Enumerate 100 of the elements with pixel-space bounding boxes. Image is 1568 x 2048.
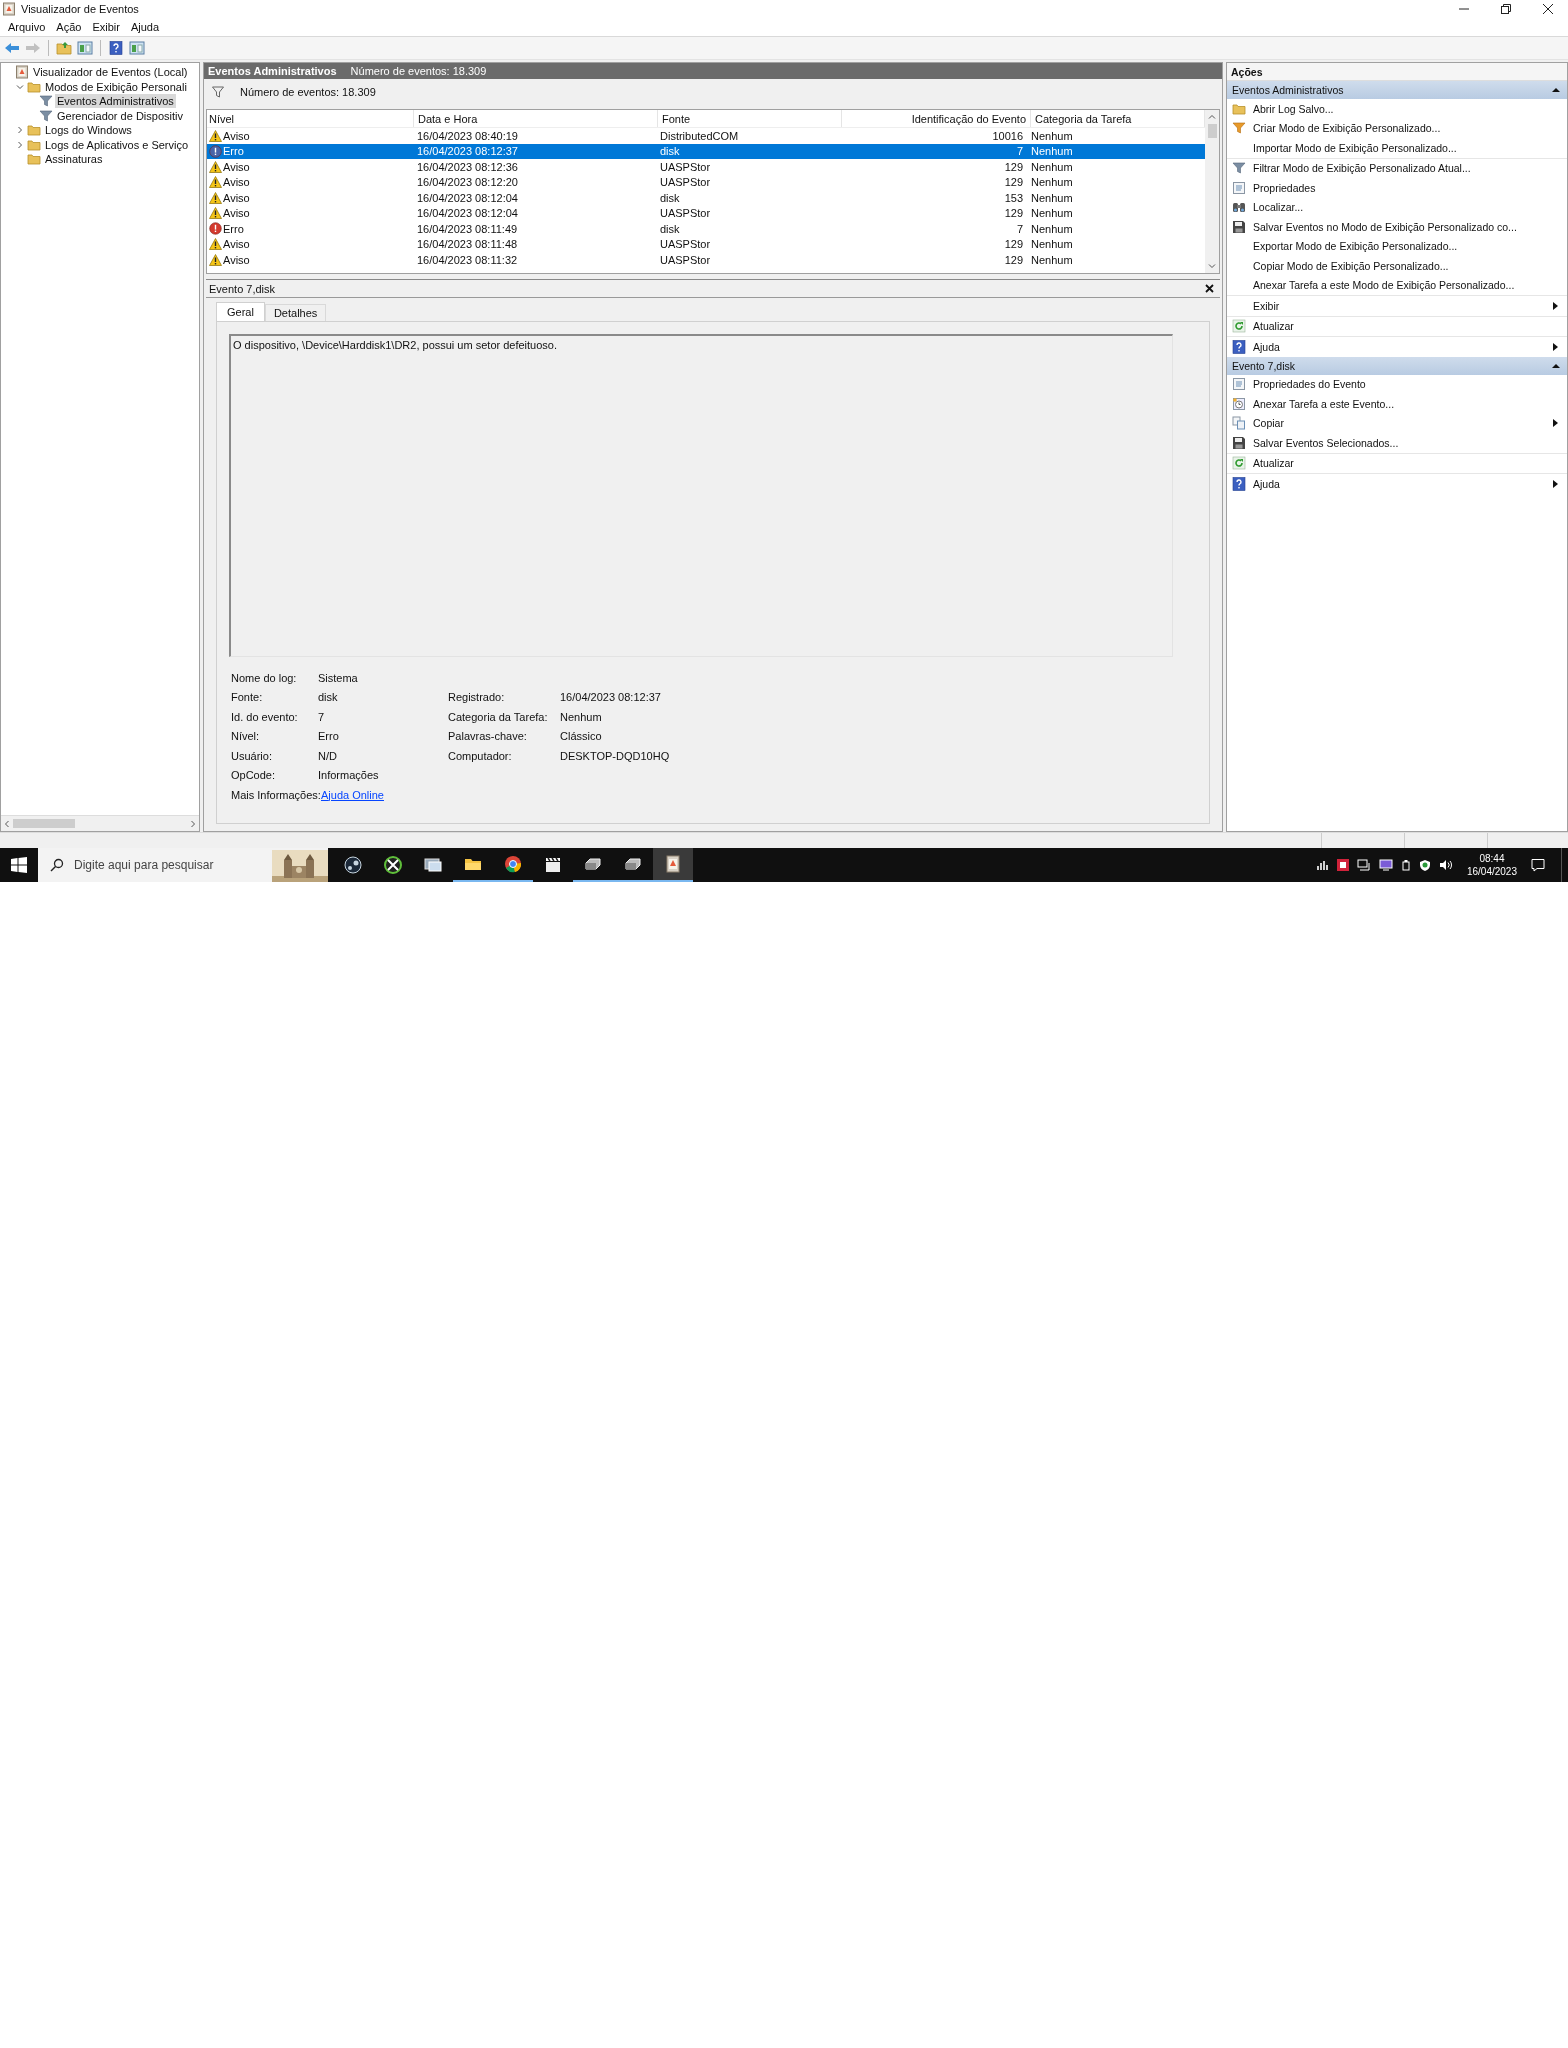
field-value: Erro (318, 730, 339, 743)
warning-icon (209, 191, 222, 204)
help-link[interactable]: Ajuda Online (321, 788, 384, 801)
shield-icon[interactable] (1418, 859, 1431, 871)
event-row[interactable]: Aviso 16/04/2023 08:12:36 UASPStor 129 Nenhum (207, 159, 1205, 175)
event-row[interactable]: Aviso 16/04/2023 08:11:48 UASPStor 129 Nenhum (207, 236, 1205, 252)
field-label: Categoria da Tarefa: (448, 710, 548, 723)
field-label: Palavras-chave: (448, 730, 527, 743)
display-icon[interactable] (1378, 859, 1393, 871)
action-item[interactable]: Anexar Tarefa a este Modo de Exibição Personalizado... (1253, 279, 1558, 292)
action-item[interactable]: Atualizar (1253, 320, 1558, 333)
source-cell-text: disk (659, 222, 681, 235)
action-item[interactable]: Abrir Log Salvo... (1253, 102, 1558, 115)
usb-drive-icon[interactable] (1400, 859, 1411, 871)
tree-item[interactable]: Logs do Windows (43, 123, 134, 138)
action-item[interactable]: Criar Modo de Exibição Personalizado... (1253, 122, 1558, 135)
refresh-icon (1232, 319, 1246, 334)
field-label: Registrado: (448, 691, 505, 704)
action-item[interactable]: Ajuda (1253, 340, 1546, 353)
category-cell-text: Nenhum (1030, 160, 1074, 173)
action-item[interactable]: Filtrar Modo de Exibição Personalizado Atual... (1253, 162, 1558, 175)
action-item[interactable]: Salvar Eventos no Modo de Exibição Personalizado co... (1253, 220, 1558, 233)
menu-item[interactable]: Ação (51, 20, 87, 34)
tab[interactable]: Geral (216, 302, 265, 321)
event-row[interactable]: Aviso 16/04/2023 08:12:04 disk 153 Nenhum (207, 190, 1205, 206)
tree-item[interactable]: Modos de Exibição Personali (43, 79, 189, 94)
error-icon (209, 144, 222, 158)
action-item[interactable]: Importar Modo de Exibição Personalizado... (1253, 141, 1558, 154)
event-row[interactable]: Erro 16/04/2023 08:12:37 disk 7 Nenhum (207, 143, 1205, 159)
menu-item[interactable]: Ajuda (125, 20, 165, 34)
action-item[interactable]: Localizar... (1253, 201, 1558, 214)
action-item[interactable]: Salvar Eventos Selecionados... (1253, 436, 1558, 449)
network-icon[interactable] (1356, 859, 1371, 871)
action-item[interactable]: Exibir (1253, 299, 1546, 312)
category-cell-text: Nenhum (1030, 145, 1074, 158)
menu-item[interactable]: Exibir (87, 20, 125, 34)
action-item[interactable]: Anexar Tarefa a este Evento... (1253, 397, 1558, 410)
source-cell-text: UASPStor (659, 253, 712, 266)
folder-icon (27, 123, 41, 138)
warning-icon (209, 253, 222, 266)
tab[interactable]: Detalhes (264, 304, 327, 321)
level-text: Aviso (223, 160, 250, 173)
tree-item[interactable]: Logs de Aplicativos e Serviço (43, 137, 191, 152)
collapse-arrow-icon[interactable] (1552, 362, 1560, 369)
action-item[interactable]: Propriedades do Evento (1253, 378, 1558, 391)
action-item[interactable]: Exportar Modo de Exibição Personalizado... (1253, 240, 1558, 253)
pane-icon[interactable] (128, 39, 146, 57)
section-header[interactable]: Evento 7,disk (1227, 356, 1567, 375)
bars-icon[interactable] (1316, 859, 1329, 871)
date-cell-text: 16/04/2023 08:11:48 (416, 238, 519, 251)
search-input[interactable]: Digite aqui para pesquisar (72, 857, 264, 873)
pane-icon[interactable] (76, 39, 94, 57)
horizontal-scrollbar[interactable] (1, 815, 199, 831)
tree-item[interactable]: Gerenciador de Dispositiv (55, 108, 185, 123)
volume-icon[interactable] (1438, 859, 1453, 871)
level-text: Aviso (223, 176, 250, 189)
event-row[interactable]: Aviso 16/04/2023 08:11:32 UASPStor 129 Nenhum (207, 252, 1205, 268)
event-row[interactable]: Aviso 16/04/2023 08:40:19 DistributedCOM 10016 Nenhum (207, 128, 1205, 144)
detail-title: Evento 7,disk (209, 282, 276, 295)
event-row[interactable]: Erro 16/04/2023 08:11:49 disk 7 Nenhum (207, 221, 1205, 237)
help-icon[interactable] (107, 39, 125, 57)
folder-icon (27, 152, 41, 167)
event-row[interactable]: Aviso 16/04/2023 08:12:04 UASPStor 129 Nenhum (207, 205, 1205, 221)
column-header[interactable]: Nível (207, 110, 414, 127)
action-item[interactable]: Atualizar (1253, 457, 1558, 470)
error-icon (209, 222, 222, 236)
tree-item[interactable]: Visualizador de Eventos (Local) (31, 65, 190, 80)
event-id-cell-text: 7 (1015, 222, 1024, 235)
search-field[interactable]: Digite aqui para pesquisar (38, 848, 328, 882)
event-id-cell-text: 129 (1003, 160, 1024, 173)
section-header[interactable]: Eventos Administrativos (1227, 81, 1567, 99)
clock-date[interactable]: 16/04/2023 (1466, 865, 1517, 878)
column-header[interactable]: Fonte (658, 110, 842, 127)
notification-icon[interactable] (1531, 858, 1545, 872)
action-item[interactable]: Ajuda (1253, 477, 1546, 490)
scroll-thumb[interactable] (13, 819, 75, 828)
refresh-icon (1232, 456, 1246, 471)
tree-item[interactable]: Assinaturas (43, 152, 105, 167)
vertical-scrollbar[interactable] (1205, 110, 1219, 273)
log-icon[interactable] (653, 848, 693, 882)
source-cell-text: disk (659, 145, 681, 158)
collapse-arrow-icon[interactable] (1552, 87, 1560, 93)
app-icon[interactable] (1336, 859, 1349, 871)
clock-time[interactable]: 08:44 (1479, 852, 1505, 865)
restore-button[interactable] (1500, 3, 1512, 15)
column-header[interactable]: Data e Hora (414, 110, 658, 127)
menu-item[interactable]: Arquivo (3, 20, 51, 34)
action-item[interactable]: Copiar (1253, 417, 1546, 430)
scroll-thumb[interactable] (1207, 124, 1217, 138)
close-icon[interactable] (1205, 284, 1214, 293)
action-item[interactable]: Copiar Modo de Exibição Personalizado... (1253, 259, 1558, 272)
tree-item[interactable]: Eventos Administrativos (55, 94, 176, 109)
close-button[interactable] (1542, 3, 1554, 15)
column-header[interactable]: Identificação do Evento (842, 110, 1031, 127)
properties-icon (1232, 377, 1246, 392)
help-icon (1232, 476, 1246, 491)
action-item[interactable]: Propriedades (1253, 181, 1558, 194)
event-row[interactable]: Aviso 16/04/2023 08:12:20 UASPStor 129 Nenhum (207, 174, 1205, 190)
actions-title: Ações (1231, 65, 1263, 78)
category-cell-text: Nenhum (1030, 176, 1074, 189)
